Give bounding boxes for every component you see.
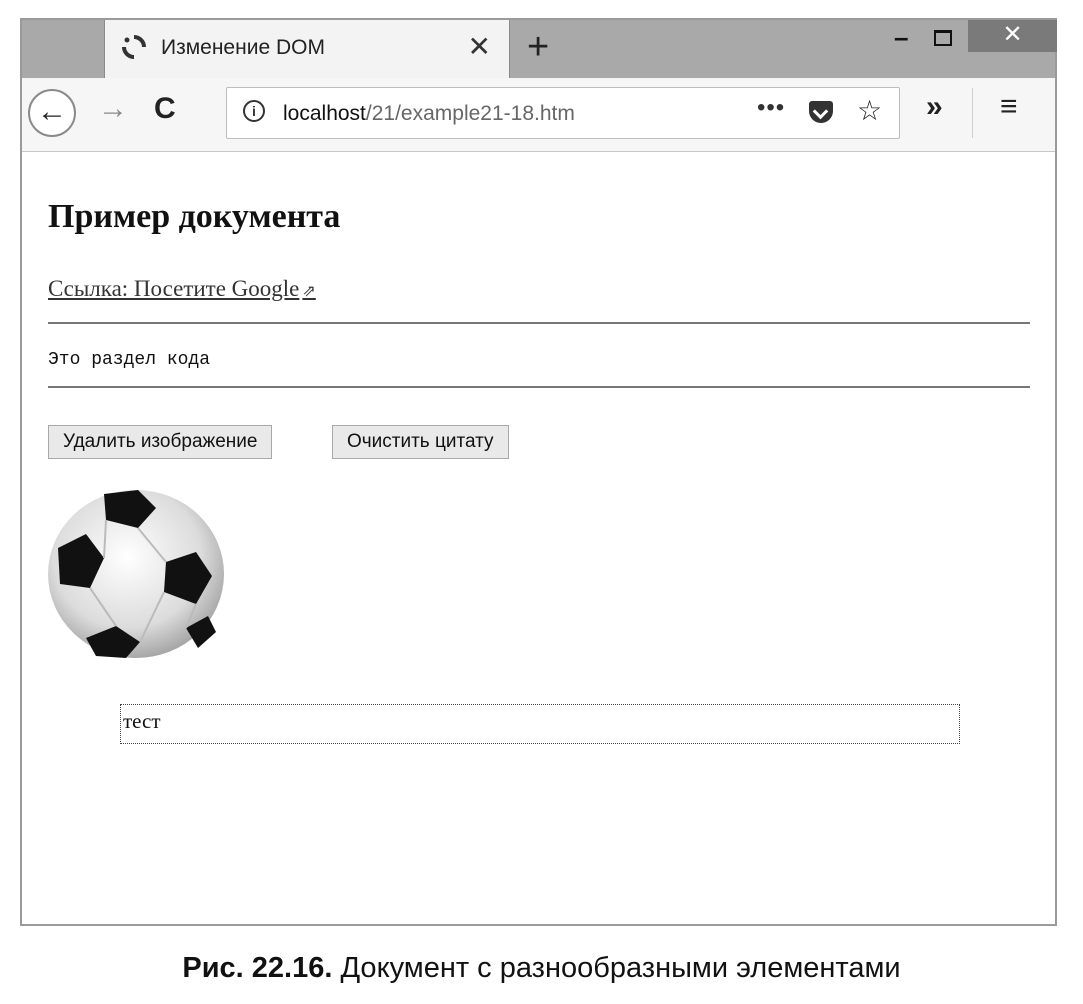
close-icon[interactable]: ✕ <box>468 30 491 63</box>
window-close-button[interactable]: ✕ <box>968 20 1057 52</box>
hamburger-menu-icon[interactable]: ≡ <box>1000 90 1018 124</box>
tab-active[interactable]: Изменение DOM ✕ <box>104 20 510 78</box>
tab-strip: Изменение DOM ✕ + – ✕ <box>22 20 1057 78</box>
code-block: Это раздел кода <box>48 350 211 370</box>
caption-text: Документ с разнообразными элементами <box>340 952 901 984</box>
reload-button[interactable]: C <box>154 92 176 126</box>
quote-block: тест <box>120 704 960 744</box>
page-actions-icon[interactable]: ••• <box>757 94 785 122</box>
divider-top <box>48 322 1030 324</box>
clear-quote-button[interactable]: Очистить цитату <box>332 425 509 459</box>
remove-image-button[interactable]: Удалить изображение <box>48 425 273 459</box>
google-link[interactable]: Ссылка: Посетите Google ⇗ <box>48 276 316 302</box>
external-link-icon: ⇗ <box>302 283 316 300</box>
divider-bottom <box>48 386 1030 388</box>
new-tab-button[interactable]: + <box>527 26 549 69</box>
nav-toolbar: ← → C i localhost/21/example21-18.htm ••… <box>22 78 1055 152</box>
address-bar[interactable]: i localhost/21/example21-18.htm ••• ☆ <box>226 87 900 139</box>
overflow-menu-icon[interactable]: » <box>926 90 943 124</box>
back-button[interactable]: ← <box>28 89 76 137</box>
maximize-button[interactable] <box>934 30 952 46</box>
soccer-ball-image <box>48 490 224 658</box>
caption-label: Рис. 22.16. <box>182 952 333 984</box>
toolbar-separator <box>972 88 973 138</box>
url-path: /21/example21-18.htm <box>365 102 575 125</box>
info-icon[interactable]: i <box>243 100 265 122</box>
url-text: localhost/21/example21-18.htm <box>283 102 575 126</box>
page-content: Пример документа Ссылка: Посетите Google… <box>22 152 1055 924</box>
tab-title: Изменение DOM <box>161 36 325 59</box>
page-heading: Пример документа <box>48 198 341 235</box>
url-host: localhost <box>283 102 366 125</box>
browser-window: Изменение DOM ✕ + – ✕ ← → C i localhost/… <box>20 18 1057 926</box>
bookmark-star-icon[interactable]: ☆ <box>857 94 882 127</box>
link-text: Ссылка: Посетите Google <box>48 276 300 301</box>
minimize-button[interactable]: – <box>894 22 908 58</box>
forward-button[interactable]: → <box>98 92 128 126</box>
figure-caption: Рис. 22.16. Документ с разнообразными эл… <box>0 952 1083 985</box>
pocket-icon[interactable] <box>809 101 833 123</box>
loading-icon <box>122 35 146 59</box>
